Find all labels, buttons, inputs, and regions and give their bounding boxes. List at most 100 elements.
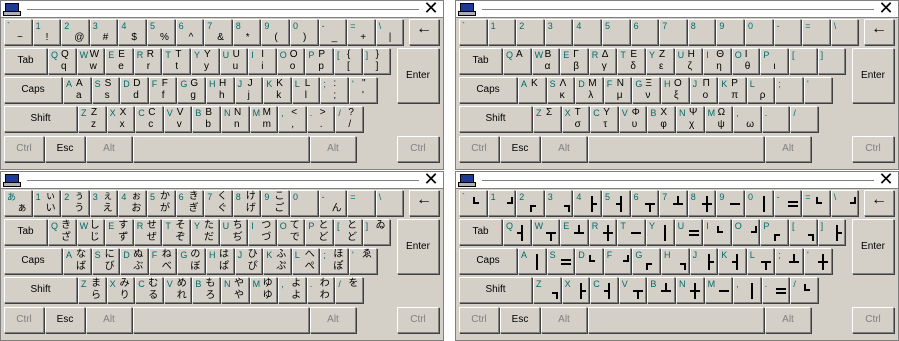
key-3-2[interactable]: Cるむ (135, 277, 163, 303)
key-2-1[interactable]: SκΛ (546, 77, 575, 103)
space-key[interactable] (588, 136, 764, 162)
key-1-10[interactable]: [ (789, 48, 817, 74)
key-0-1[interactable]: 1いぃ (32, 190, 61, 216)
close-button[interactable]: ✕ (422, 1, 440, 18)
key-3-7[interactable]: , (733, 277, 761, 303)
left-alt-key[interactable]: Alt (541, 307, 587, 333)
key-2-2[interactable]: DλΜ (575, 77, 603, 103)
left-alt-key[interactable]: Alt (86, 136, 132, 162)
key-1-0[interactable]: Q (503, 219, 531, 245)
key-3-5[interactable]: Nやや (221, 277, 249, 303)
key-3-8[interactable]: . (761, 106, 790, 132)
key-2-0[interactable]: Aばな (63, 248, 91, 274)
key-0-7[interactable]: 7 (659, 190, 687, 216)
key-0-9[interactable]: 9 (716, 190, 744, 216)
esc-key[interactable]: Esc (500, 307, 540, 333)
key-1-1[interactable]: WαΒ (531, 48, 560, 74)
key-2-3[interactable]: FfF (148, 77, 177, 103)
right-ctrl-key[interactable]: Ctrl (852, 136, 894, 162)
key-1-1[interactable]: WwW (76, 48, 105, 74)
key-2-2[interactable]: D (575, 248, 603, 274)
enter-key[interactable]: Enter (852, 48, 894, 103)
key-2-7[interactable]: KπΡ (718, 77, 746, 103)
close-button[interactable]: ✕ (877, 172, 895, 189)
enter-key[interactable]: Enter (852, 219, 894, 274)
left-ctrl-key[interactable]: Ctrl (459, 136, 499, 162)
key-0-0[interactable]: あぁ (4, 190, 32, 216)
key-0-5[interactable]: 5% (147, 19, 175, 45)
key-2-10[interactable]: ' ' " (349, 77, 377, 103)
key-2-1[interactable]: Sびに (91, 248, 120, 274)
space-key[interactable] (588, 307, 764, 333)
key-3-7[interactable]: , よよ (278, 277, 306, 303)
key-0-3[interactable]: 3 (544, 19, 573, 45)
key-0-5[interactable]: 5 (602, 19, 630, 45)
key-3-2[interactable]: CτΥ (590, 106, 618, 132)
key-1-3[interactable]: R (588, 219, 617, 245)
key-3-2[interactable]: CcC (135, 106, 163, 132)
key-3-1[interactable]: XxX (106, 106, 135, 132)
key-3-0[interactable]: ZΣ (533, 106, 561, 132)
key-0-13[interactable]: \ (375, 190, 404, 216)
space-key[interactable] (133, 136, 309, 162)
keyboard-app-icon[interactable] (458, 174, 476, 187)
key-3-5[interactable]: NχΨ (676, 106, 704, 132)
key-0-8[interactable]: 8げけ (232, 190, 261, 216)
key-2-1[interactable]: S (546, 248, 575, 274)
key-0-2[interactable]: 2うぅ (61, 190, 89, 216)
key-3-5[interactable]: N (676, 277, 704, 303)
caps-key[interactable]: Caps (459, 77, 517, 103)
caps-key[interactable]: Caps (459, 248, 517, 274)
key-1-11[interactable]: ] (817, 48, 846, 74)
key-0-3[interactable]: 3 # (89, 19, 118, 45)
key-3-3[interactable]: Vれめ (163, 277, 192, 303)
key-1-11[interactable]: ] ゐ (362, 219, 391, 245)
key-1-4[interactable]: TδΕ (617, 48, 645, 74)
key-3-6[interactable]: MψΩ (704, 106, 733, 132)
key-1-6[interactable]: U (674, 219, 703, 245)
key-3-9[interactable]: / (790, 106, 818, 132)
key-1-9[interactable]: Pι (760, 48, 788, 74)
key-2-3[interactable]: FμΝ (603, 77, 632, 103)
key-0-3[interactable]: 3 (544, 190, 573, 216)
key-2-0[interactable]: AaA (63, 77, 91, 103)
left-ctrl-key[interactable]: Ctrl (4, 136, 44, 162)
key-0-11[interactable]: -ん (318, 190, 347, 216)
key-3-3[interactable]: VvV (163, 106, 192, 132)
caps-key[interactable]: Caps (4, 77, 62, 103)
key-0-0[interactable]: ` (459, 19, 487, 45)
key-0-9[interactable]: 9( (261, 19, 289, 45)
key-3-0[interactable]: Z (533, 277, 561, 303)
key-1-0[interactable]: QqQ (48, 48, 76, 74)
key-3-8[interactable]: . わわ (306, 277, 335, 303)
key-1-5[interactable]: YεΖ (646, 48, 674, 74)
key-3-1[interactable]: XσΤ (561, 106, 590, 132)
key-2-8[interactable]: LlL (291, 77, 320, 103)
key-2-4[interactable]: GνΞ (632, 77, 660, 103)
key-1-5[interactable]: YyY (191, 48, 219, 74)
key-2-6[interactable]: J (689, 248, 718, 274)
key-1-9[interactable]: Pどと (305, 219, 333, 245)
key-0-4[interactable]: 4 (573, 19, 601, 45)
key-3-7[interactable]: ,ω (733, 106, 761, 132)
key-3-6[interactable]: Mゆゆ (249, 277, 278, 303)
space-key[interactable] (133, 307, 309, 333)
key-2-5[interactable]: H (661, 248, 689, 274)
key-0-6[interactable]: 6 (630, 19, 659, 45)
key-0-6[interactable]: 6ぎき (175, 190, 204, 216)
key-2-3[interactable]: Fべね (148, 248, 177, 274)
key-0-12[interactable]: = (347, 190, 375, 216)
key-0-8[interactable]: 8 (687, 19, 716, 45)
key-0-6[interactable]: 6 ^ (175, 19, 204, 45)
key-1-2[interactable]: E (560, 219, 588, 245)
key-0-3[interactable]: 3えぇ (89, 190, 118, 216)
key-0-11[interactable]: - (773, 190, 802, 216)
key-0-7[interactable]: 7ぐく (204, 190, 232, 216)
key-0-7[interactable]: 7 (659, 19, 687, 45)
key-0-11[interactable]: - (773, 19, 802, 45)
tab-key[interactable]: Tab (4, 219, 47, 245)
key-3-7[interactable]: ,, < (278, 106, 306, 132)
key-0-13[interactable]: \ (830, 190, 859, 216)
key-1-6[interactable]: UζΗ (674, 48, 703, 74)
tab-key[interactable]: Tab (4, 48, 47, 74)
